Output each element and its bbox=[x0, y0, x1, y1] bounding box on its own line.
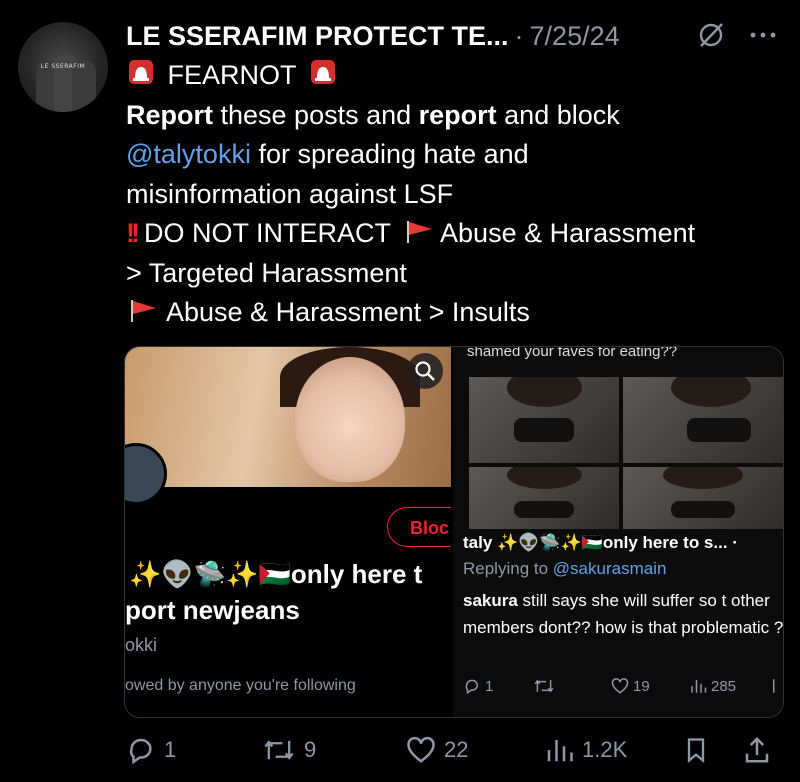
fearnot-text: FEARNOT bbox=[167, 60, 297, 90]
reply-icon bbox=[129, 738, 152, 765]
image-caption: shamed your faves for eating?? bbox=[467, 347, 678, 360]
text-line: > Targeted Harassment bbox=[126, 257, 407, 288]
profile-bio: port newjeans bbox=[125, 595, 300, 625]
like-button[interactable]: 22 bbox=[406, 730, 468, 770]
like-icon bbox=[407, 736, 435, 763]
views-icon bbox=[691, 680, 707, 693]
repost-count: 9 bbox=[304, 737, 317, 762]
reply-mention: @sakurasmain bbox=[552, 559, 667, 578]
text-segment: for spreading hate and bbox=[250, 139, 529, 169]
warning-text: DO NOT INTERACT bbox=[143, 218, 391, 248]
bookmark-icon bbox=[687, 738, 705, 763]
text-segment: these posts and bbox=[213, 99, 419, 130]
share-button[interactable] bbox=[742, 730, 772, 770]
banner-image bbox=[125, 347, 451, 487]
replying-to: Replying to @sakurasmain bbox=[463, 559, 667, 578]
siren-icon bbox=[311, 60, 336, 84]
text-segment: Abuse & Harassment bbox=[440, 218, 696, 248]
bookmark-icon bbox=[773, 679, 775, 693]
report-bold-1: Report bbox=[126, 99, 213, 130]
siren-icon bbox=[129, 60, 153, 84]
double-exclamation-icon: !! bbox=[126, 218, 140, 248]
reply-count: 1 bbox=[164, 737, 177, 762]
profile-display-name: ✨👽🛸✨🇵🇸only here t bbox=[129, 559, 423, 589]
media-image-profile[interactable]: Bloc ✨👽🛸✨🇵🇸only here t port newjeans okk… bbox=[125, 347, 451, 717]
quoted-author-name: taly ✨👽🛸✨🇵🇸only here to s... · bbox=[463, 533, 738, 552]
grok-icon[interactable] bbox=[696, 20, 726, 50]
action-bar: 1 9 22 1.2K bbox=[126, 730, 786, 770]
author-avatar[interactable]: LE SSERAFIM bbox=[18, 22, 108, 112]
post-date[interactable]: 7/25/24 bbox=[530, 21, 620, 52]
quoted-actions: 1 19 285 bbox=[463, 677, 783, 701]
text-segment: Abuse & Harassment > Insults bbox=[166, 297, 530, 327]
reply-icon bbox=[465, 679, 478, 695]
reply-button[interactable]: 1 bbox=[126, 730, 176, 770]
mention-link[interactable]: @talytokki bbox=[126, 139, 251, 169]
media-image-tweet[interactable]: shamed your faves for eating?? taly ✨👽🛸✨… bbox=[453, 347, 783, 717]
avatar-label: LE SSERAFIM bbox=[40, 63, 86, 70]
text-segment: and block bbox=[496, 99, 620, 130]
quoted-reply-count: 1 bbox=[485, 677, 494, 695]
quoted-like-count: 19 bbox=[633, 677, 650, 695]
red-flag-icon bbox=[131, 300, 156, 322]
quoted-view-count: 285 bbox=[711, 677, 737, 695]
like-icon bbox=[611, 678, 629, 694]
views-icon bbox=[547, 740, 573, 762]
profile-handle: okki bbox=[125, 635, 158, 655]
like-count: 22 bbox=[444, 737, 469, 762]
separator-dot: · bbox=[514, 20, 524, 51]
author-name[interactable]: LE SSERAFIM PROTECT TE... bbox=[126, 21, 509, 52]
view-count: 1.2K bbox=[582, 737, 628, 762]
zoom-icon[interactable] bbox=[407, 353, 443, 389]
repost-button[interactable]: 9 bbox=[262, 730, 316, 770]
share-icon bbox=[745, 736, 769, 763]
block-button: Bloc bbox=[387, 507, 451, 547]
media-gallery[interactable]: Bloc ✨👽🛸✨🇵🇸only here t port newjeans okk… bbox=[124, 346, 784, 718]
post-header: LE SSERAFIM PROTECT TE... · 7/25/24 bbox=[126, 14, 620, 58]
repost-icon bbox=[534, 679, 554, 693]
quoted-text: sakura still says she will suffer so t o… bbox=[463, 591, 783, 637]
repost-icon bbox=[264, 740, 294, 760]
bookmark-button[interactable] bbox=[682, 730, 710, 770]
text-line: misinformation against LSF bbox=[126, 178, 454, 209]
report-bold-2: report bbox=[418, 99, 497, 130]
post-text: FEARNOT Report these posts and report an… bbox=[126, 56, 786, 333]
more-options-icon[interactable] bbox=[746, 20, 780, 50]
views-button[interactable]: 1.2K bbox=[544, 730, 627, 770]
image-grid bbox=[469, 377, 783, 529]
red-flag-icon bbox=[407, 221, 433, 243]
profile-followed-by: owed by anyone you're following bbox=[125, 677, 356, 694]
